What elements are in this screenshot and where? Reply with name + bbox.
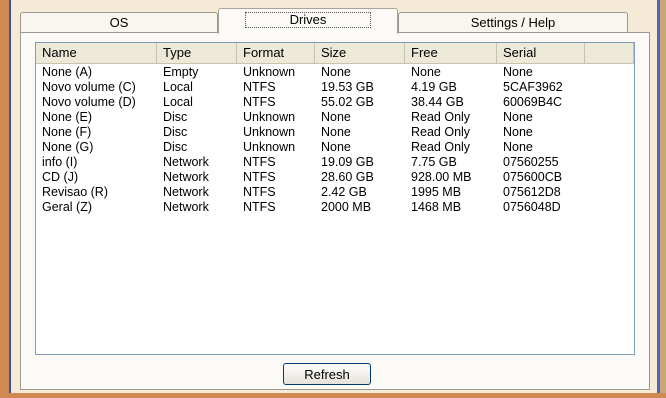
table-row[interactable]: None (E) Disc Unknown None Read Only Non… xyxy=(36,110,634,125)
cell-size: None xyxy=(321,140,351,154)
cell-format: Unknown xyxy=(243,65,296,79)
cell-free: 1995 MB xyxy=(411,185,462,199)
cell-serial: 5CAF3962 xyxy=(503,80,563,94)
cell-size: 2000 MB xyxy=(321,200,372,214)
cell-free: Read Only xyxy=(411,140,471,154)
cell-type: Empty xyxy=(163,65,199,79)
tab-drives-label: Drives xyxy=(244,12,372,28)
tab-settings-help-label: Settings / Help xyxy=(470,15,556,30)
table-row[interactable]: info (I) Network NTFS 19.09 GB 7.75 GB 0… xyxy=(36,155,634,170)
cell-type: Disc xyxy=(163,125,188,139)
cell-name: None (A) xyxy=(42,65,93,79)
drives-list[interactable]: Name Type Format Size Free Serial None (… xyxy=(35,42,635,355)
column-header-serial[interactable]: Serial xyxy=(497,43,585,63)
cell-serial: 075600CB xyxy=(503,170,563,184)
cell-size: 19.09 GB xyxy=(321,155,374,169)
cell-name: None (G) xyxy=(42,140,94,154)
cell-type: Network xyxy=(163,155,209,169)
cell-size: 28.60 GB xyxy=(321,170,374,184)
cell-type: Network xyxy=(163,185,209,199)
cell-format: NTFS xyxy=(243,80,276,94)
cell-type: Disc xyxy=(163,110,188,124)
table-row[interactable]: Geral (Z) Network NTFS 2000 MB 1468 MB 0… xyxy=(36,200,634,215)
cell-size: 2.42 GB xyxy=(321,185,367,199)
tab-settings-help[interactable]: Settings / Help xyxy=(398,12,628,32)
cell-type: Disc xyxy=(163,140,188,154)
column-header-type[interactable]: Type xyxy=(157,43,237,63)
column-header-size[interactable]: Size xyxy=(315,43,405,63)
cell-name: Novo volume (D) xyxy=(42,95,136,109)
cell-name: None (F) xyxy=(42,125,92,139)
cell-serial: None xyxy=(503,125,533,139)
cell-free: 928.00 MB xyxy=(411,170,472,184)
cell-serial: None xyxy=(503,65,533,79)
cell-type: Network xyxy=(163,200,209,214)
table-row[interactable]: Revisao (R) Network NTFS 2.42 GB 1995 MB… xyxy=(36,185,634,200)
cell-free: Read Only xyxy=(411,125,471,139)
window-bottom-border xyxy=(0,393,666,398)
cell-name: info (I) xyxy=(42,155,78,169)
cell-free: 4.19 GB xyxy=(411,80,457,94)
cell-size: 55.02 GB xyxy=(321,95,374,109)
window-left-edge xyxy=(9,0,11,398)
cell-format: NTFS xyxy=(243,185,276,199)
cell-size: None xyxy=(321,65,351,79)
cell-format: NTFS xyxy=(243,200,276,214)
cell-format: Unknown xyxy=(243,140,296,154)
cell-name: Revisao (R) xyxy=(42,185,108,199)
column-header-free[interactable]: Free xyxy=(405,43,497,63)
cell-free: 1468 MB xyxy=(411,200,462,214)
cell-format: Unknown xyxy=(243,110,296,124)
cell-format: Unknown xyxy=(243,125,296,139)
table-row[interactable]: None (F) Disc Unknown None Read Only Non… xyxy=(36,125,634,140)
table-row[interactable]: None (A) Empty Unknown None None None xyxy=(36,65,634,80)
cell-size: 19.53 GB xyxy=(321,80,374,94)
cell-format: NTFS xyxy=(243,95,276,109)
cell-name: CD (J) xyxy=(42,170,79,184)
table-row[interactable]: CD (J) Network NTFS 28.60 GB 928.00 MB 0… xyxy=(36,170,634,185)
cell-size: None xyxy=(321,125,351,139)
drives-panel: Name Type Format Size Free Serial None (… xyxy=(20,32,650,390)
cell-serial: None xyxy=(503,110,533,124)
column-header-format[interactable]: Format xyxy=(237,43,315,63)
cell-size: None xyxy=(321,110,351,124)
column-header-spacer xyxy=(585,43,634,63)
table-row[interactable]: None (G) Disc Unknown None Read Only Non… xyxy=(36,140,634,155)
window-left-border xyxy=(0,0,9,398)
cell-free: Read Only xyxy=(411,110,471,124)
cell-serial: 07560255 xyxy=(503,155,559,169)
table-row[interactable]: Novo volume (C) Local NTFS 19.53 GB 4.19… xyxy=(36,80,634,95)
cell-serial: None xyxy=(503,140,533,154)
cell-serial: 60069B4C xyxy=(503,95,563,109)
cell-format: NTFS xyxy=(243,155,276,169)
tab-strip: OS Settings / Help Drives xyxy=(20,8,650,34)
column-header-name[interactable]: Name xyxy=(36,43,157,63)
cell-serial: 075612D8 xyxy=(503,185,561,199)
window-right-border xyxy=(660,0,666,398)
cell-type: Local xyxy=(163,80,193,94)
tab-os-label: OS xyxy=(109,15,129,30)
refresh-button[interactable]: Refresh xyxy=(283,363,371,385)
cell-name: Geral (Z) xyxy=(42,200,92,214)
cell-type: Local xyxy=(163,95,193,109)
cell-type: Network xyxy=(163,170,209,184)
table-row[interactable]: Novo volume (D) Local NTFS 55.02 GB 38.4… xyxy=(36,95,634,110)
list-header: Name Type Format Size Free Serial xyxy=(36,43,634,64)
cell-format: NTFS xyxy=(243,170,276,184)
cell-free: None xyxy=(411,65,441,79)
tab-os[interactable]: OS xyxy=(20,12,218,32)
tab-drives[interactable]: Drives xyxy=(218,8,398,34)
window-right-edge xyxy=(657,0,660,398)
cell-free: 38.44 GB xyxy=(411,95,464,109)
cell-name: None (E) xyxy=(42,110,93,124)
cell-serial: 0756048D xyxy=(503,200,561,214)
cell-free: 7.75 GB xyxy=(411,155,457,169)
cell-name: Novo volume (C) xyxy=(42,80,136,94)
